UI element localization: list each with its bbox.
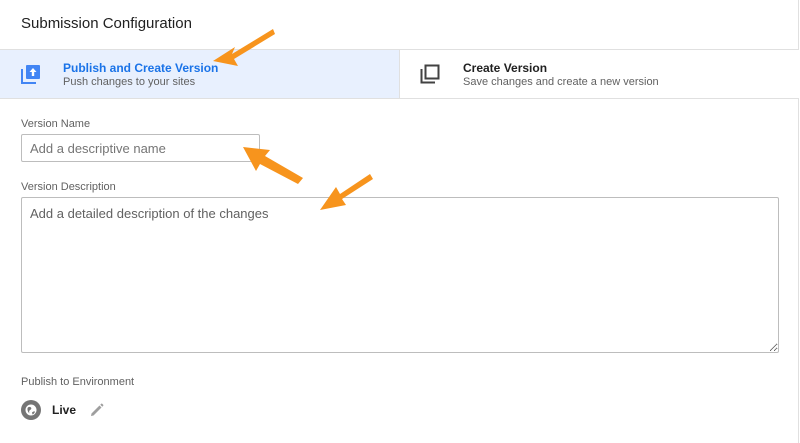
annotation-arrows: [213, 29, 373, 210]
annotation-arrow: [320, 174, 373, 210]
annotation-arrow: [213, 29, 275, 66]
annotation-arrow: [243, 147, 303, 184]
